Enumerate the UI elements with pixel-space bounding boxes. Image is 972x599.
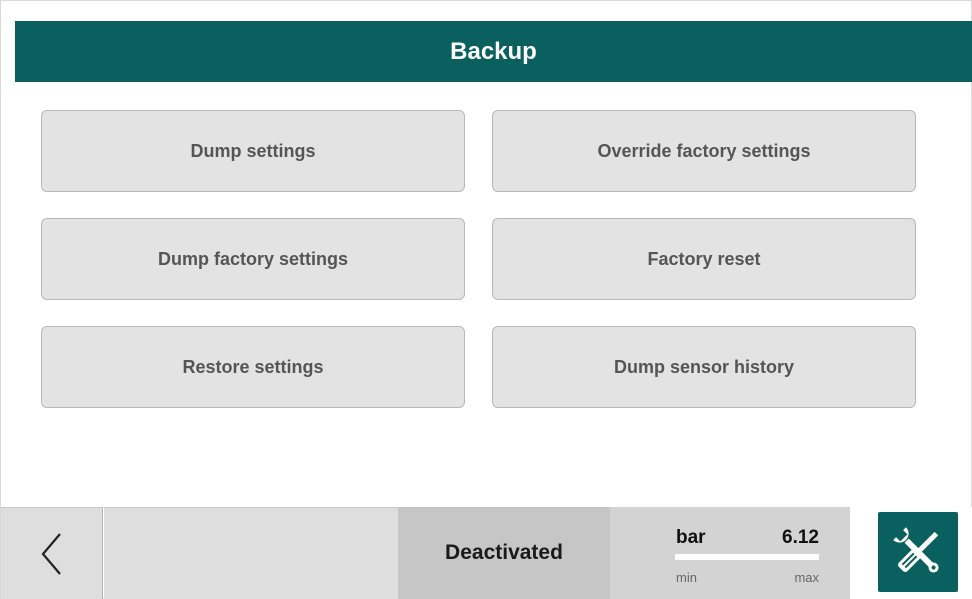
page-header: Backup <box>15 21 972 82</box>
gauge-min-label: min <box>676 570 697 585</box>
restore-settings-button[interactable]: Restore settings <box>41 326 465 408</box>
gauge-bar <box>675 554 819 560</box>
back-button[interactable] <box>1 507 103 599</box>
dump-settings-button[interactable]: Dump settings <box>41 110 465 192</box>
status-panel: Deactivated <box>398 507 610 599</box>
override-factory-settings-button[interactable]: Override factory settings <box>492 110 916 192</box>
gauge-unit: bar <box>676 527 706 548</box>
footer-empty-panel <box>104 507 398 599</box>
factory-reset-button[interactable]: Factory reset <box>492 218 916 300</box>
status-text: Deactivated <box>445 541 563 564</box>
tools-button[interactable] <box>878 512 958 592</box>
pressure-gauge: bar 6.12 min max <box>610 507 850 599</box>
footer-bar: Deactivated bar 6.12 min max <box>1 507 972 599</box>
wrench-screwdriver-icon <box>893 527 939 573</box>
dump-sensor-history-button[interactable]: Dump sensor history <box>492 326 916 408</box>
gauge-bar-fill <box>675 554 819 560</box>
tools-panel <box>850 507 972 599</box>
gauge-value: 6.12 <box>782 527 819 548</box>
page-title: Backup <box>450 37 537 65</box>
dump-factory-settings-button[interactable]: Dump factory settings <box>41 218 465 300</box>
chevron-left-icon <box>41 532 61 575</box>
gauge-max-label: max <box>794 570 819 585</box>
